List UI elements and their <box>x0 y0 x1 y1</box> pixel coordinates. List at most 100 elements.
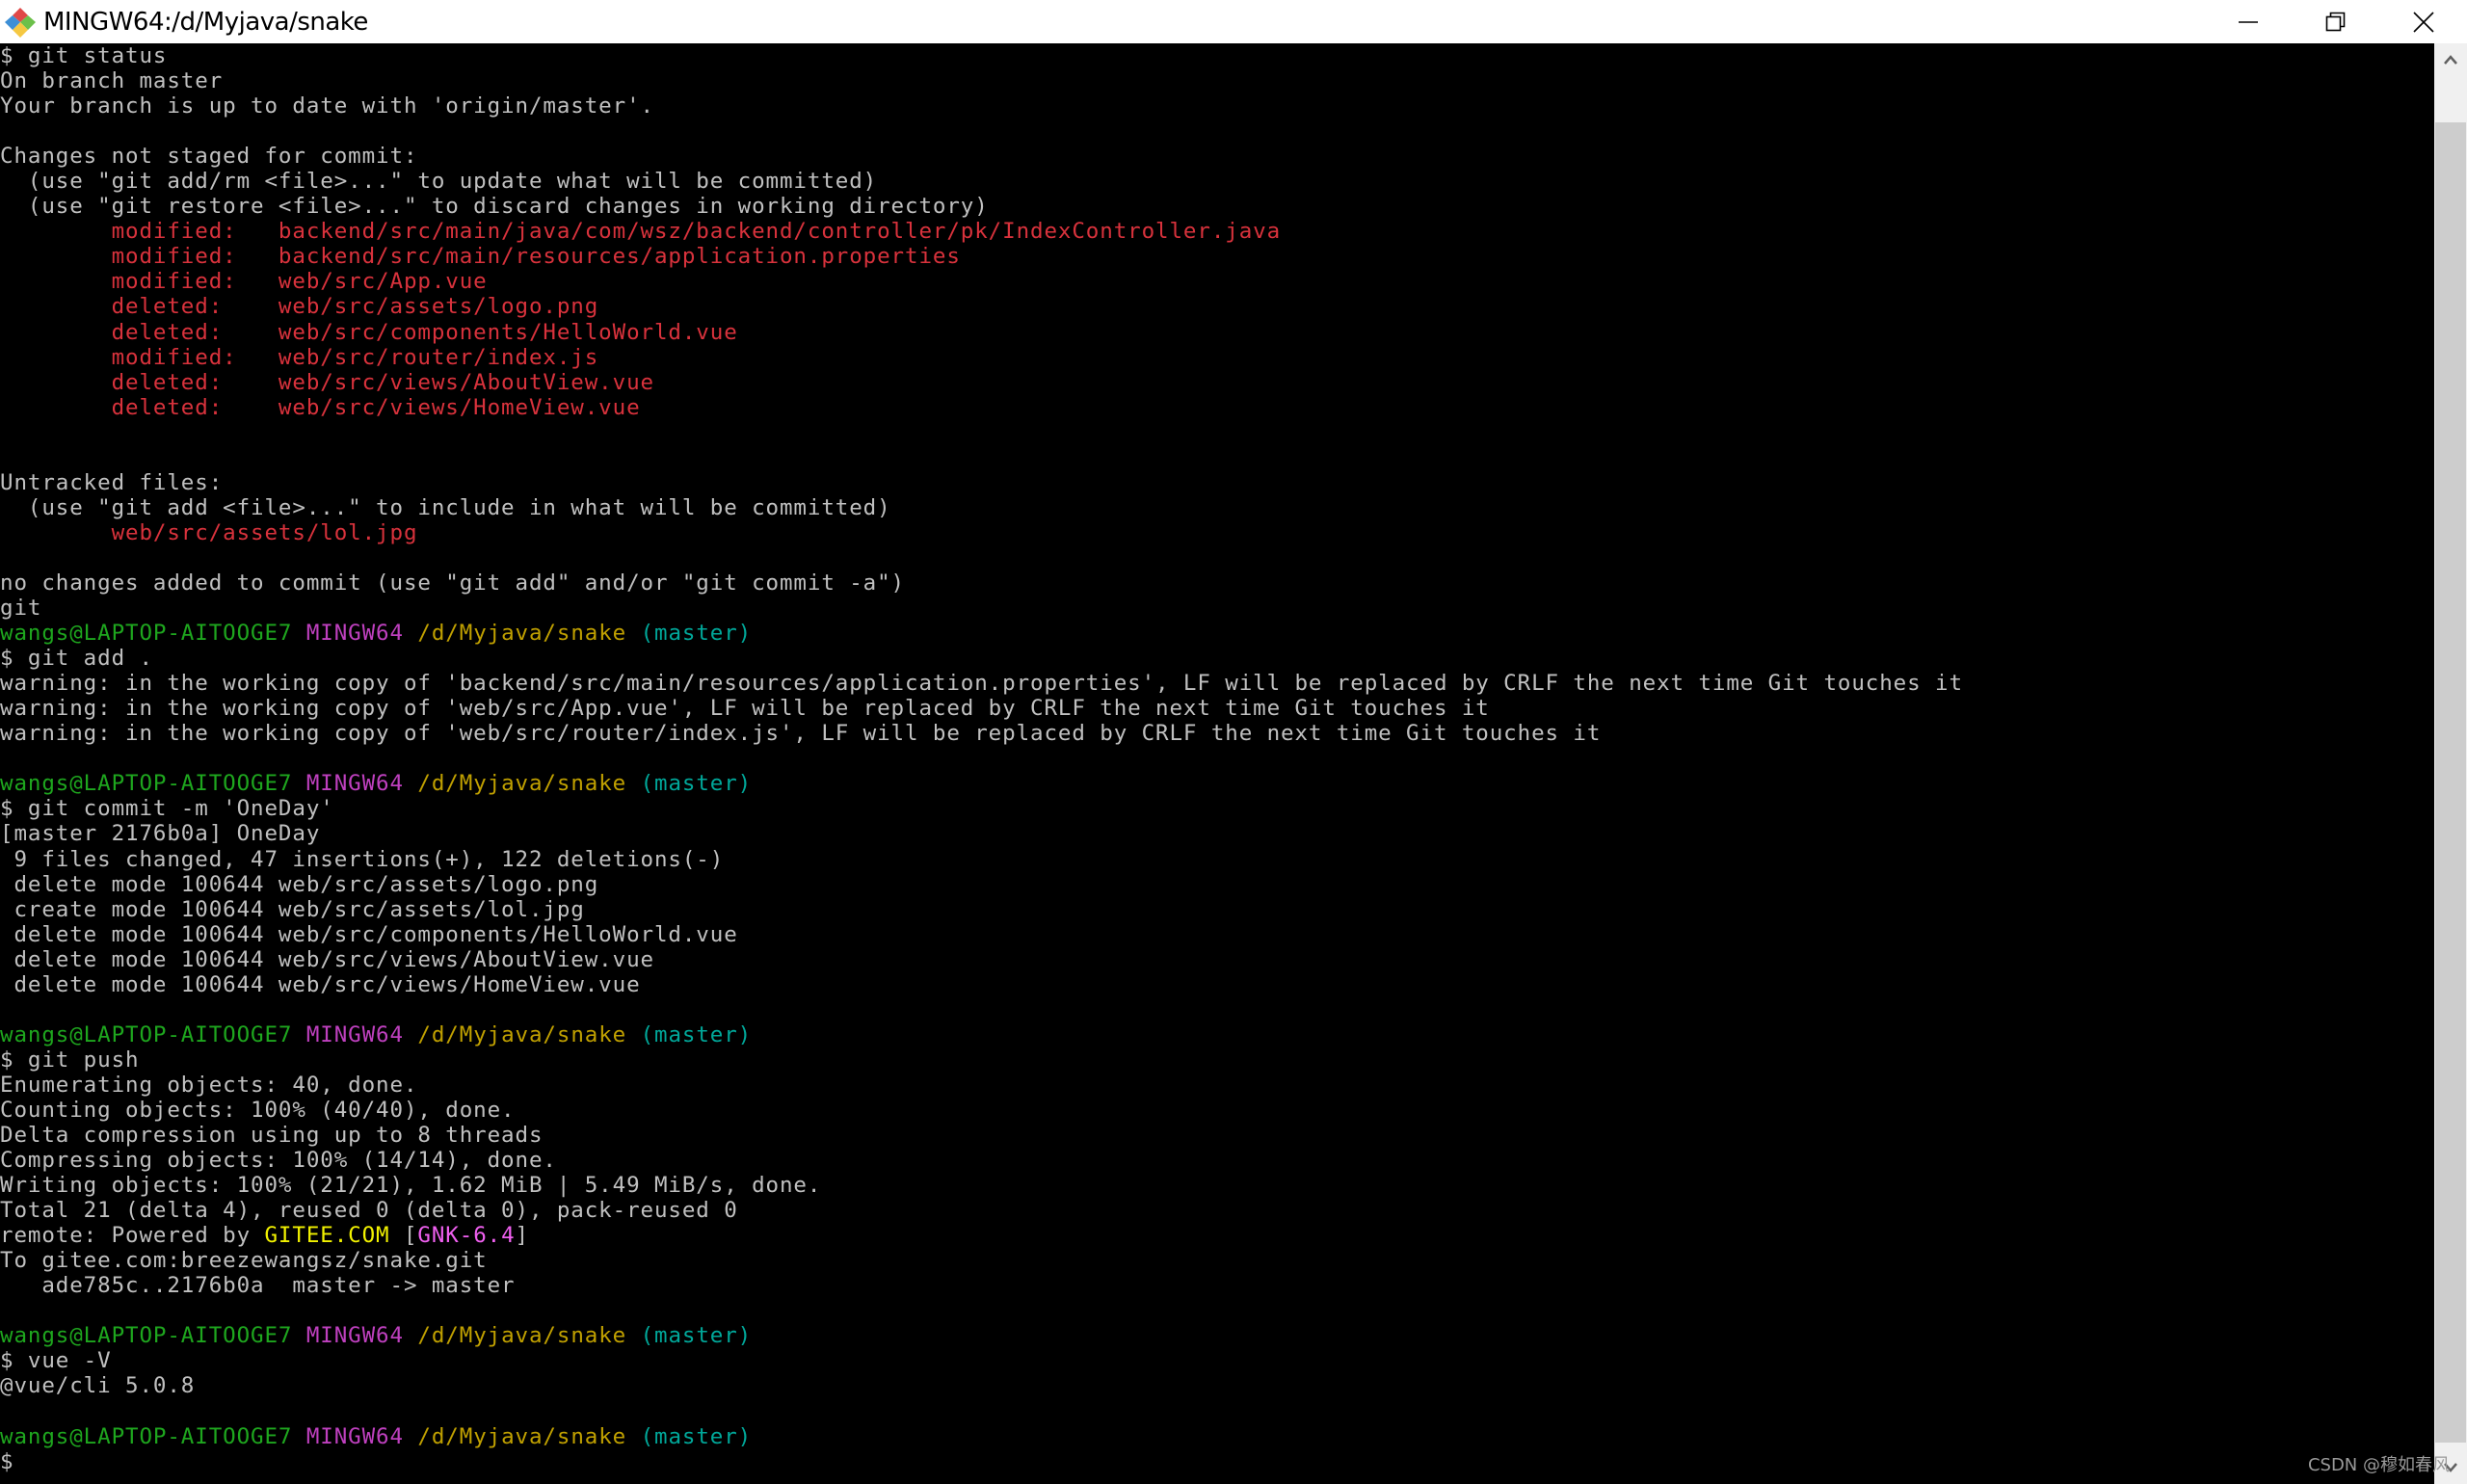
terminal-text-default: $ git add . <box>0 646 153 672</box>
terminal-text-bright-yellow: GITEE.COM <box>264 1223 390 1249</box>
terminal-line: deleted: web/src/components/HelloWorld.v… <box>0 320 2434 345</box>
terminal-text-default: no changes added to commit (use "git add… <box>0 570 905 596</box>
terminal-text-bright-magenta: GNK-6.4 <box>417 1223 516 1249</box>
terminal-text-default <box>626 771 640 796</box>
terminal-text-default: $ git push <box>0 1047 140 1073</box>
terminal-text-default: Untracked files: <box>0 469 224 495</box>
terminal-line: $ git commit -m 'OneDay' <box>0 796 2434 821</box>
terminal-line: (use "git add/rm <file>..." to update wh… <box>0 169 2434 194</box>
title-bar[interactable]: MINGW64:/d/Myjava/snake <box>0 0 2467 43</box>
terminal-text-cyan: (master) <box>640 1021 753 1047</box>
git-bash-icon <box>3 5 38 40</box>
terminal-text-red: deleted: web/src/views/AboutView.vue <box>0 369 654 395</box>
terminal-text-default <box>626 1323 640 1348</box>
terminal-text-default: Your branch is up to date with 'origin/m… <box>0 93 654 119</box>
terminal-line: Enumerating objects: 40, done. <box>0 1073 2434 1098</box>
terminal-text-default: To gitee.com:breezewangsz/snake.git <box>0 1248 488 1274</box>
terminal-text-yellow: /d/Myjava/snake <box>417 1323 627 1349</box>
terminal-line: deleted: web/src/views/AboutView.vue <box>0 370 2434 395</box>
terminal-text-default <box>626 621 640 646</box>
terminal-text-green: wangs@LAPTOP-AITOOGE7 <box>0 1323 293 1349</box>
terminal-text-default: delete mode 100644 web/src/components/He… <box>0 921 738 947</box>
terminal-text-default: Enumerating objects: 40, done. <box>0 1072 418 1098</box>
terminal-line: Writing objects: 100% (21/21), 1.62 MiB … <box>0 1173 2434 1198</box>
terminal-text-default: Writing objects: 100% (21/21), 1.62 MiB … <box>0 1173 822 1199</box>
restore-button[interactable] <box>2292 0 2379 43</box>
terminal-text-red: modified: web/src/router/index.js <box>0 344 599 370</box>
terminal-text-default: Changes not staged for commit: <box>0 144 418 170</box>
terminal-text-default: (use "git add <file>..." to include in w… <box>0 494 891 520</box>
terminal-text-default: warning: in the working copy of 'web/src… <box>0 721 1602 747</box>
vertical-scrollbar[interactable] <box>2434 43 2467 1484</box>
terminal-text-magenta: MINGW64 <box>305 1423 404 1449</box>
terminal-line: deleted: web/src/views/HomeView.vue <box>0 395 2434 420</box>
terminal-text-default <box>292 621 305 646</box>
terminal-text-cyan: (master) <box>640 1423 753 1449</box>
terminal-text-green: wangs@LAPTOP-AITOOGE7 <box>0 1423 293 1449</box>
terminal-text-default: Compressing objects: 100% (14/14), done. <box>0 1148 557 1174</box>
terminal-text-red: web/src/assets/lol.jpg <box>0 519 418 545</box>
terminal-text-default: On branch master <box>0 68 224 94</box>
scroll-up-button[interactable] <box>2434 43 2467 76</box>
restore-icon <box>2325 12 2345 31</box>
terminal-line: remote: Powered by GITEE.COM [GNK-6.4] <box>0 1223 2434 1248</box>
terminal-line: deleted: web/src/assets/logo.png <box>0 294 2434 319</box>
terminal-lines: $ git status On branch master Your branch … <box>0 43 2434 1474</box>
terminal-text-default: ade785c..2176b0a master -> master <box>0 1273 516 1299</box>
terminal-text-default: delete mode 100644 web/src/views/AboutVi… <box>0 946 654 972</box>
terminal-text-default <box>404 621 417 646</box>
terminal-line: modified: web/src/App.vue <box>0 269 2434 294</box>
terminal-text-default: delete mode 100644 web/src/assets/logo.p… <box>0 871 599 897</box>
terminal-line: warning: in the working copy of 'backend… <box>0 671 2434 696</box>
terminal-line: wangs@LAPTOP-AITOOGE7 MINGW64 /d/Myjava/… <box>0 1323 2434 1348</box>
terminal-line: $ vue -V <box>0 1348 2434 1373</box>
terminal-line: modified: web/src/router/index.js <box>0 345 2434 370</box>
terminal-text-default: remote: Powered by <box>0 1223 265 1249</box>
terminal-line: $ git add . <box>0 646 2434 671</box>
terminal-line: $ git push <box>0 1047 2434 1073</box>
terminal-output[interactable]: $ git status On branch master Your branch … <box>0 43 2434 1484</box>
scroll-thumb[interactable] <box>2435 122 2466 1443</box>
terminal-line: 9 files changed, 47 insertions(+), 122 d… <box>0 847 2434 872</box>
terminal-line: delete mode 100644 web/src/views/AboutVi… <box>0 947 2434 972</box>
minimize-button[interactable] <box>2204 0 2292 43</box>
terminal-line: $ git status <box>0 43 2434 68</box>
terminal-text-yellow: /d/Myjava/snake <box>417 1423 627 1449</box>
terminal-text-yellow: /d/Myjava/snake <box>417 771 627 797</box>
minimize-icon <box>2238 20 2258 23</box>
terminal-text-cyan: (master) <box>640 1323 753 1349</box>
terminal-text-default <box>292 1323 305 1348</box>
terminal-line: (use "git restore <file>..." to discard … <box>0 194 2434 219</box>
terminal-line: delete mode 100644 web/src/views/HomeVie… <box>0 972 2434 997</box>
terminal-line: Compressing objects: 100% (14/14), done. <box>0 1148 2434 1173</box>
close-button[interactable] <box>2379 0 2467 43</box>
terminal-text-cyan: (master) <box>640 771 753 797</box>
terminal-text-default <box>292 1022 305 1047</box>
terminal-text-default: $ git commit -m 'OneDay' <box>0 796 334 822</box>
terminal-text-default: create mode 100644 web/src/assets/lol.jp… <box>0 896 585 922</box>
terminal-text-default: warning: in the working copy of 'backend… <box>0 671 1963 697</box>
terminal-text-magenta: MINGW64 <box>305 1021 404 1047</box>
terminal-line: wangs@LAPTOP-AITOOGE7 MINGW64 /d/Myjava/… <box>0 621 2434 646</box>
terminal-text-default: (use "git restore <file>..." to discard … <box>0 194 989 220</box>
terminal-line: modified: backend/src/main/resources/app… <box>0 244 2434 269</box>
terminal-text-red: deleted: web/src/views/HomeView.vue <box>0 394 641 420</box>
terminal-text-default: ] <box>515 1223 529 1249</box>
terminal-line: git <box>0 596 2434 621</box>
terminal-line: Your branch is up to date with 'origin/m… <box>0 93 2434 119</box>
terminal-line: modified: backend/src/main/java/com/wsz/… <box>0 219 2434 244</box>
csdn-watermark: CSDN @穆如春风 <box>2307 1455 2450 1475</box>
terminal-line: ade785c..2176b0a master -> master <box>0 1273 2434 1298</box>
terminal-text-green: wangs@LAPTOP-AITOOGE7 <box>0 1021 293 1047</box>
terminal-text-green: wangs@LAPTOP-AITOOGE7 <box>0 771 293 797</box>
terminal-text-red: deleted: web/src/components/HelloWorld.v… <box>0 319 738 345</box>
terminal-line: no changes added to commit (use "git add… <box>0 570 2434 596</box>
terminal-text-magenta: MINGW64 <box>305 621 404 647</box>
terminal-text-yellow: /d/Myjava/snake <box>417 1021 627 1047</box>
